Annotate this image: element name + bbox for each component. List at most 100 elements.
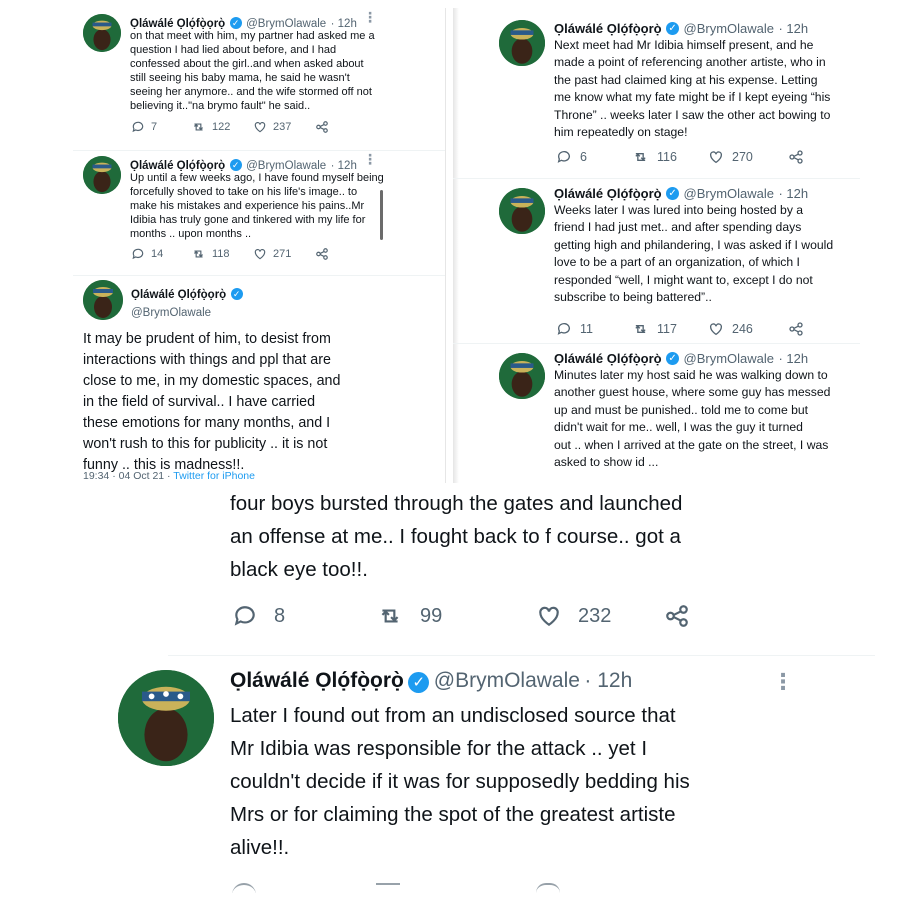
retweet-icon: [376, 883, 400, 893]
reply-icon: [234, 606, 255, 626]
tweet-text: Minutes later my host said he was walkin…: [554, 368, 831, 470]
share-button[interactable]: [788, 149, 804, 165]
share-icon: [666, 605, 688, 627]
heart-icon: [536, 883, 560, 893]
heart-icon: [710, 323, 722, 336]
retweet-button[interactable]: 116: [632, 149, 708, 165]
source-link[interactable]: Twitter for iPhone: [173, 470, 255, 482]
tweet[interactable]: Ọláwálé Ọlọ́fọ̀ọrọ̀ ✓ @BrymOlawale · 12h…: [453, 8, 860, 174]
tweet-actions-partial: [232, 883, 664, 893]
retweet-button[interactable]: 122: [191, 120, 253, 134]
like-count: 232: [578, 604, 612, 627]
heart-icon: [254, 122, 266, 133]
tweet[interactable]: Ọláwálé Ọlọ́fọ̀ọrọ̀ ✓ @BrymOlawale · 12h…: [168, 655, 875, 893]
like-button[interactable]: 232: [536, 603, 664, 629]
avatar[interactable]: [83, 280, 123, 320]
verified-badge-icon: ✓: [666, 187, 680, 201]
reply-icon: [557, 323, 570, 335]
more-options-icon[interactable]: ⋮: [363, 9, 377, 26]
like-button[interactable]: 270: [708, 149, 788, 165]
tweet-actions: 7 122 237: [131, 120, 329, 134]
author-name[interactable]: Ọláwálé Ọlọ́fọ̀ọrọ̀: [554, 21, 662, 36]
tweet-text: four boys bursted through the gates and …: [230, 492, 683, 581]
like-count: 237: [273, 121, 292, 133]
reply-button[interactable]: 14: [131, 247, 191, 261]
heart-icon: [710, 151, 722, 164]
like-button[interactable]: 237: [253, 120, 315, 134]
screenshot-panel-left: Ọláwálé Ọlọ́fọ̀ọrọ̀ ✓ @BrymOlawale · 12h…: [73, 8, 446, 483]
tweet[interactable]: Ọláwálé Ọlọ́fọ̀ọrọ̀ ✓ @BrymOlawale · 12h…: [453, 343, 860, 483]
like-count: 270: [732, 150, 753, 164]
avatar-large[interactable]: [118, 670, 214, 766]
reply-count: 7: [151, 121, 158, 133]
author-name[interactable]: Ọláwálé Ọlọ́fọ̀ọrọ̀: [230, 669, 404, 692]
like-button[interactable]: 271: [253, 247, 315, 261]
verified-badge-icon: ✓: [230, 287, 243, 300]
retweet-button[interactable]: [376, 883, 536, 893]
author-handle[interactable]: @BrymOlawale: [684, 21, 775, 36]
author-handle[interactable]: @BrymOlawale: [434, 669, 580, 692]
reply-count: 6: [580, 150, 587, 164]
reply-count: 14: [151, 248, 164, 260]
retweet-count: 99: [420, 604, 443, 627]
avatar[interactable]: [499, 188, 545, 234]
retweet-button[interactable]: 99: [376, 603, 536, 629]
reply-button[interactable]: 6: [556, 149, 632, 165]
tweet-time: · 12h: [778, 21, 809, 36]
retweet-button[interactable]: 117: [632, 321, 708, 337]
author-name[interactable]: Ọláwálé Ọlọ́fọ̀ọrọ̀: [554, 186, 662, 201]
tweet-actions: 8 99 232: [232, 603, 690, 629]
tweet[interactable]: Ọláwálé Ọlọ́fọ̀ọrọ̀ ✓ @BrymOlawale · 12h…: [73, 150, 445, 275]
tweet[interactable]: Ọláwálé Ọlọ́fọ̀ọrọ̀ ✓ @BrymOlawale · 12h…: [73, 8, 445, 148]
author-name[interactable]: Ọláwálé Ọlọ́fọ̀ọrọ̀: [554, 351, 662, 366]
avatar[interactable]: [499, 353, 545, 399]
reply-button[interactable]: 7: [131, 120, 191, 134]
tweet-actions: 14 118 271: [131, 247, 329, 261]
share-icon: [316, 248, 328, 260]
retweet-count: 116: [657, 150, 677, 164]
share-icon: [789, 322, 803, 336]
tweet-text: Weeks later I was lured into being hoste…: [554, 203, 834, 305]
retweet-button[interactable]: 118: [191, 247, 253, 261]
share-button[interactable]: [664, 603, 690, 629]
author-handle[interactable]: @BrymOlawale: [684, 351, 775, 366]
tweet[interactable]: four boys bursted through the gates and …: [168, 483, 875, 648]
scrollbar-thumb[interactable]: [380, 190, 383, 240]
tweet-actions: 6 116 270: [556, 149, 804, 165]
tweet-text: Next meet had Mr Idibia himself present,…: [554, 38, 831, 140]
author-name[interactable]: Ọláwálé Ọlọ́fọ̀ọrọ̀: [131, 289, 226, 301]
retweet-icon: [194, 250, 203, 258]
like-button[interactable]: 246: [708, 321, 788, 337]
retweet-count: 118: [212, 248, 230, 260]
reply-button[interactable]: [232, 883, 376, 893]
tweet-time: · 12h: [584, 669, 633, 692]
share-button[interactable]: [315, 247, 329, 261]
avatar[interactable]: [83, 14, 121, 52]
retweet-icon: [635, 325, 646, 333]
heart-icon: [539, 606, 559, 626]
reply-button[interactable]: 8: [232, 603, 376, 629]
avatar[interactable]: [499, 20, 545, 66]
verified-badge-icon: ✓: [229, 16, 242, 29]
screenshot-panel-bottom: four boys bursted through the gates and …: [168, 483, 875, 893]
share-button[interactable]: [315, 120, 329, 134]
like-count: 271: [273, 248, 292, 260]
verified-badge-icon: ✓: [666, 352, 680, 366]
reply-count: 8: [274, 604, 286, 627]
share-button[interactable]: [788, 321, 804, 337]
more-options-icon[interactable]: ⋮: [363, 151, 377, 168]
reply-button[interactable]: 11: [556, 321, 632, 337]
verified-badge-icon: ✓: [666, 22, 680, 36]
author-handle[interactable]: @BrymOlawale: [131, 307, 211, 319]
like-button[interactable]: [536, 883, 664, 893]
author-handle[interactable]: @BrymOlawale: [684, 186, 775, 201]
reply-icon: [232, 883, 256, 893]
retweet-count: 122: [212, 121, 231, 133]
tweet[interactable]: Ọláwálé Ọlọ́fọ̀ọrọ̀ ✓ @BrymOlawale · 12h…: [453, 178, 860, 343]
retweet-icon: [381, 609, 399, 623]
tweet-time: · 12h: [778, 186, 809, 201]
tweet-detail[interactable]: Ọláwálé Ọlọ́fọ̀ọrọ̀ ✓ @BrymOlawale It ma…: [73, 275, 445, 483]
timestamp-text: 19:34 · 04 Oct 21 ·: [83, 470, 174, 482]
more-options-icon[interactable]: ⋮: [772, 669, 794, 695]
avatar[interactable]: [83, 156, 121, 194]
